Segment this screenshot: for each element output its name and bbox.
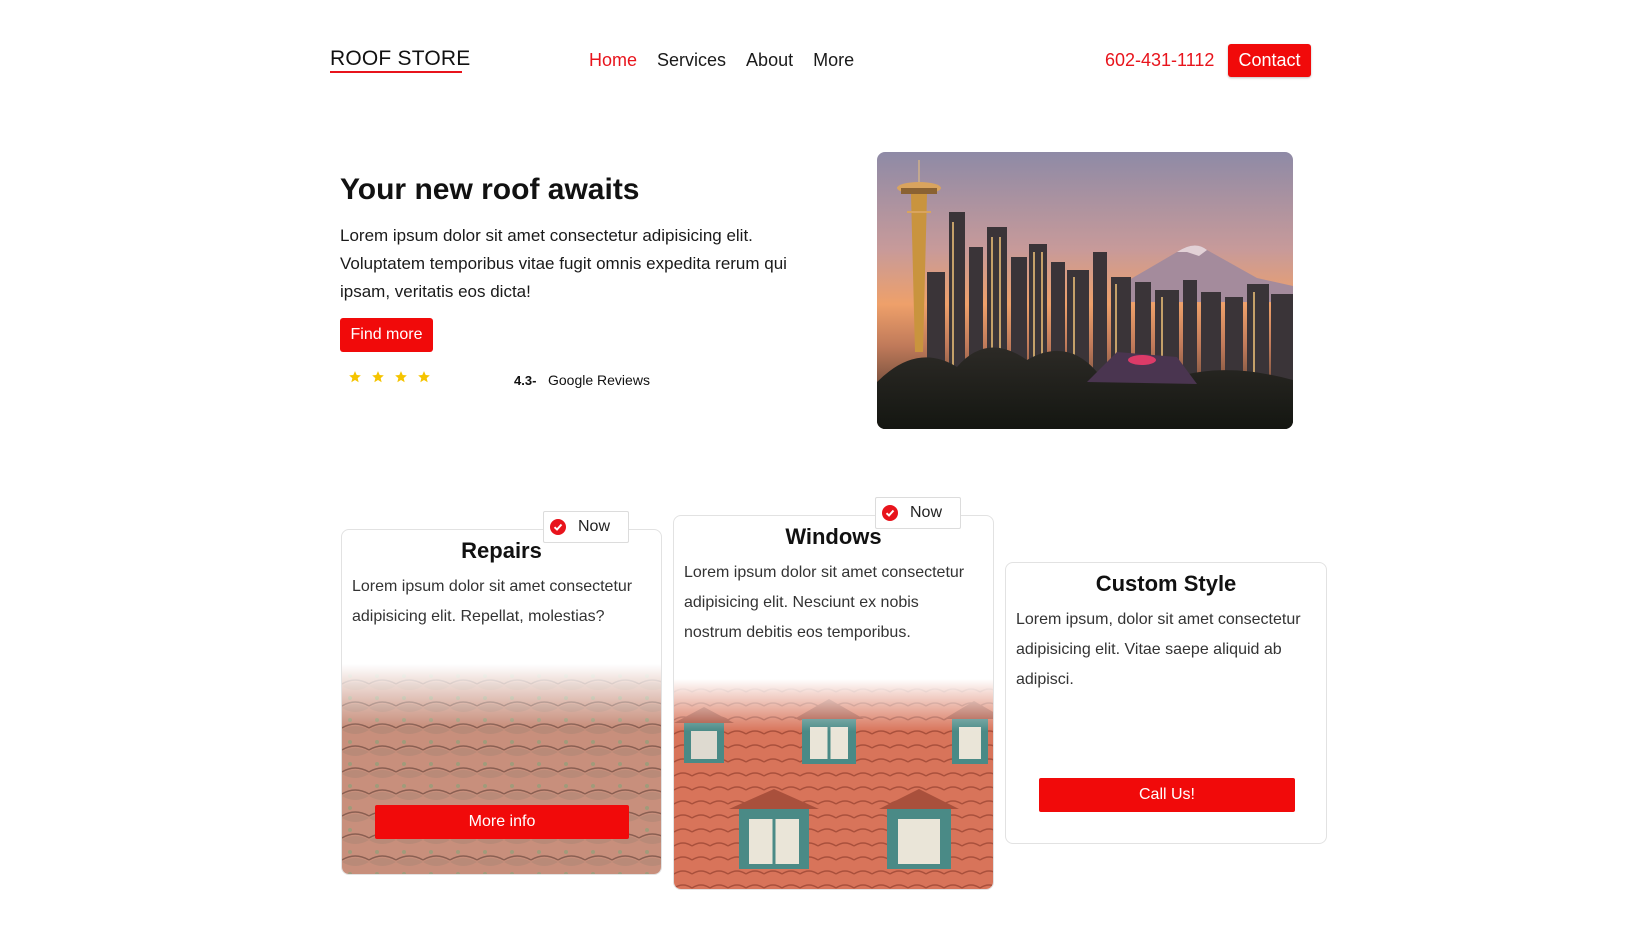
badge-label: Now (910, 504, 943, 521)
nav-about[interactable]: About (746, 48, 793, 72)
check-circle-icon (550, 519, 566, 535)
nav-services[interactable]: Services (657, 48, 726, 72)
rating-value: 4.3- (514, 373, 537, 388)
nav-more[interactable]: More (813, 48, 854, 72)
custom-style-card: Custom Style Lorem ipsum, dolor sit amet… (1005, 562, 1327, 844)
windows-card: Windows Lorem ipsum dolor sit amet conse… (673, 515, 994, 890)
hero-title: Your new roof awaits (340, 173, 640, 206)
repairs-card: Repairs Lorem ipsum dolor sit amet conse… (341, 529, 662, 875)
call-us-button[interactable]: Call Us! (1039, 778, 1295, 812)
contact-button[interactable]: Contact (1228, 44, 1311, 77)
logo-underline (330, 71, 462, 73)
star-icon (349, 371, 361, 383)
logo[interactable]: ROOF STORE (330, 46, 470, 72)
hero-city-image (877, 152, 1293, 429)
card-text: Lorem ipsum, dolor sit amet consectetur … (1016, 611, 1301, 688)
phone-number[interactable]: 602-431-1112 (1105, 48, 1214, 72)
roof-tiles-image (342, 664, 661, 874)
card-text: Lorem ipsum dolor sit amet consectetur a… (684, 564, 965, 641)
hero-text: Lorem ipsum dolor sit amet consectetur a… (340, 226, 787, 301)
card-title: Custom Style (1095, 571, 1237, 596)
main-nav: Home Services About More (589, 48, 854, 72)
star-icon (395, 371, 407, 383)
star-icon (418, 371, 430, 383)
nav-home[interactable]: Home (589, 48, 637, 72)
badge-label: Now (578, 518, 611, 535)
now-badge: Now (543, 511, 629, 543)
find-more-button[interactable]: Find more (340, 318, 433, 352)
more-info-button[interactable]: More info (375, 805, 629, 839)
star-icon (372, 371, 384, 383)
rating-stars (348, 370, 431, 384)
google-reviews-link[interactable]: Google Reviews (548, 372, 650, 388)
now-badge: Now (875, 497, 961, 529)
roof-windows-image (674, 679, 993, 889)
check-circle-icon (882, 505, 898, 521)
card-text: Lorem ipsum dolor sit amet consectetur a… (352, 578, 633, 625)
